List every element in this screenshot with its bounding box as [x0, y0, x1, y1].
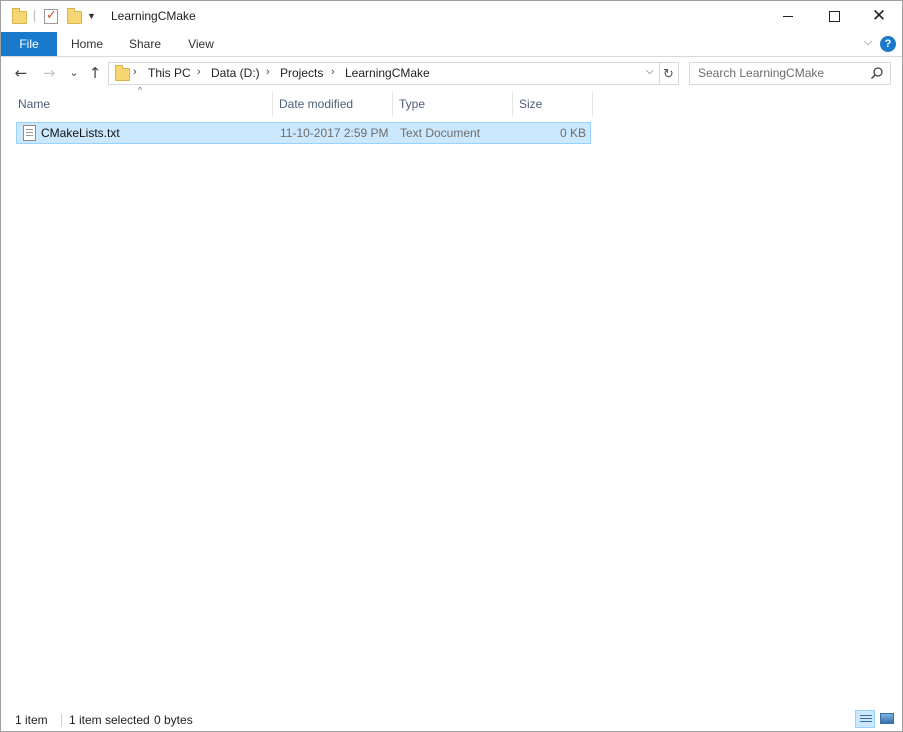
- selection-count: 1 item selected: [69, 713, 150, 727]
- details-view-button[interactable]: [855, 710, 875, 728]
- address-dropdown-icon[interactable]: ⌵: [646, 66, 654, 77]
- tab-home[interactable]: Home: [63, 32, 111, 56]
- close-button[interactable]: ✕: [856, 1, 902, 31]
- expand-ribbon-icon[interactable]: ⌵: [864, 36, 872, 49]
- search-input[interactable]: Search LearningCMake: [689, 62, 891, 85]
- breadcrumb-projects[interactable]: Projects: [280, 66, 323, 80]
- column-name[interactable]: Name: [18, 91, 50, 117]
- up-arrow-icon[interactable]: ↑: [85, 63, 105, 83]
- column-divider[interactable]: [592, 91, 593, 117]
- breadcrumb-separator-icon[interactable]: ›: [266, 66, 270, 78]
- column-divider[interactable]: [512, 91, 513, 117]
- minimize-button[interactable]: [765, 1, 811, 31]
- file-row[interactable]: CMakeLists.txt 11-10-2017 2:59 PM Text D…: [16, 122, 591, 144]
- file-date-modified: 11-10-2017 2:59 PM: [280, 126, 389, 140]
- title-bar: ▼ LearningCMake ✕: [1, 1, 902, 32]
- column-size[interactable]: Size: [519, 91, 542, 117]
- address-bar[interactable]: › This PC › Data (D:) › Projects › Learn…: [108, 62, 660, 85]
- column-headers: ^ Name Date modified Type Size: [1, 85, 902, 117]
- breadcrumb-data-drive[interactable]: Data (D:): [211, 66, 260, 80]
- tab-view[interactable]: View: [178, 32, 224, 56]
- details-view-icon: [860, 715, 872, 724]
- breadcrumb-this-pc[interactable]: This PC: [148, 66, 191, 80]
- close-icon: ✕: [871, 6, 887, 26]
- location-folder-icon: [115, 65, 130, 81]
- refresh-icon[interactable]: ↻: [659, 62, 679, 85]
- column-type[interactable]: Type: [399, 91, 425, 117]
- file-size: 0 KB: [559, 126, 586, 140]
- column-divider[interactable]: [392, 91, 393, 117]
- file-name[interactable]: CMakeLists.txt: [41, 126, 120, 140]
- recent-locations-icon[interactable]: ⌄: [64, 63, 84, 83]
- file-explorer-window: ▼ LearningCMake ✕ File Home Share View ⌵…: [0, 0, 903, 732]
- ribbon-tabs: File Home Share View ⌵ ?: [1, 32, 902, 57]
- navigation-bar: ← → ⌄ ↑ › This PC › Data (D:) › Projects…: [1, 57, 902, 91]
- text-file-icon: [23, 125, 36, 141]
- quick-access-separator: [34, 10, 35, 22]
- file-type: Text Document: [400, 126, 481, 140]
- maximize-icon: [829, 11, 840, 22]
- column-divider[interactable]: [272, 91, 273, 117]
- folder-icon[interactable]: [12, 8, 27, 24]
- search-placeholder: Search LearningCMake: [698, 66, 825, 80]
- item-count: 1 item: [15, 713, 48, 727]
- large-icons-view-icon: [880, 713, 894, 724]
- forward-arrow-icon[interactable]: →: [39, 63, 59, 83]
- back-arrow-icon[interactable]: ←: [11, 63, 31, 83]
- status-bar: 1 item 1 item selected 0 bytes: [1, 708, 902, 731]
- maximize-button[interactable]: [811, 1, 857, 31]
- status-divider: [61, 714, 62, 727]
- properties-icon[interactable]: [44, 7, 58, 24]
- customize-quick-access-icon[interactable]: ▼: [87, 11, 96, 21]
- breadcrumb-learningcmake[interactable]: LearningCMake: [345, 66, 430, 80]
- search-icon[interactable]: [870, 66, 884, 80]
- breadcrumb-separator-icon[interactable]: ›: [133, 66, 137, 78]
- help-icon[interactable]: ?: [880, 36, 896, 52]
- breadcrumb-separator-icon[interactable]: ›: [197, 66, 201, 78]
- selection-size: 0 bytes: [154, 713, 193, 727]
- window-title: LearningCMake: [111, 9, 196, 23]
- breadcrumb-separator-icon[interactable]: ›: [331, 66, 335, 78]
- large-icons-view-button[interactable]: [877, 710, 897, 728]
- new-folder-icon[interactable]: [67, 8, 82, 24]
- column-date-modified[interactable]: Date modified: [279, 91, 353, 117]
- sort-ascending-icon: ^: [138, 85, 143, 95]
- minimize-icon: [783, 16, 793, 17]
- tab-file[interactable]: File: [1, 32, 57, 56]
- tab-share[interactable]: Share: [121, 32, 169, 56]
